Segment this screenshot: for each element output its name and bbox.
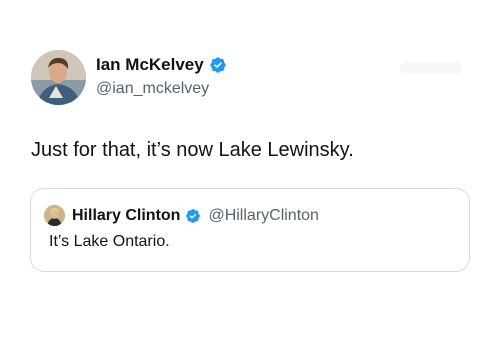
quoted-author-handle: @HillaryClinton: [208, 206, 319, 224]
quoted-author-avatar-icon: [44, 205, 65, 226]
tweet-text: Just for that, it’s now Lake Lewinsky.: [31, 139, 354, 161]
tweet-card: Ian McKelvey @ian_mckelvey Just for that…: [0, 0, 500, 337]
more-options-icon: [400, 62, 462, 74]
verified-badge-icon: [209, 56, 227, 74]
author-avatar-icon[interactable]: [31, 50, 86, 105]
quoted-tweet-card[interactable]: Hillary Clinton @HillaryClinton It’s Lak…: [30, 188, 470, 272]
quoted-tweet-text: It’s Lake Ontario.: [49, 233, 170, 250]
author-handle[interactable]: @ian_mckelvey: [96, 80, 209, 98]
author-name-row: Ian McKelvey: [96, 55, 227, 75]
quoted-tweet-header: Hillary Clinton @HillaryClinton: [44, 205, 319, 226]
verified-badge-icon: [185, 208, 201, 224]
quoted-author-display-name: Hillary Clinton: [72, 206, 181, 224]
author-display-name[interactable]: Ian McKelvey: [96, 55, 204, 75]
